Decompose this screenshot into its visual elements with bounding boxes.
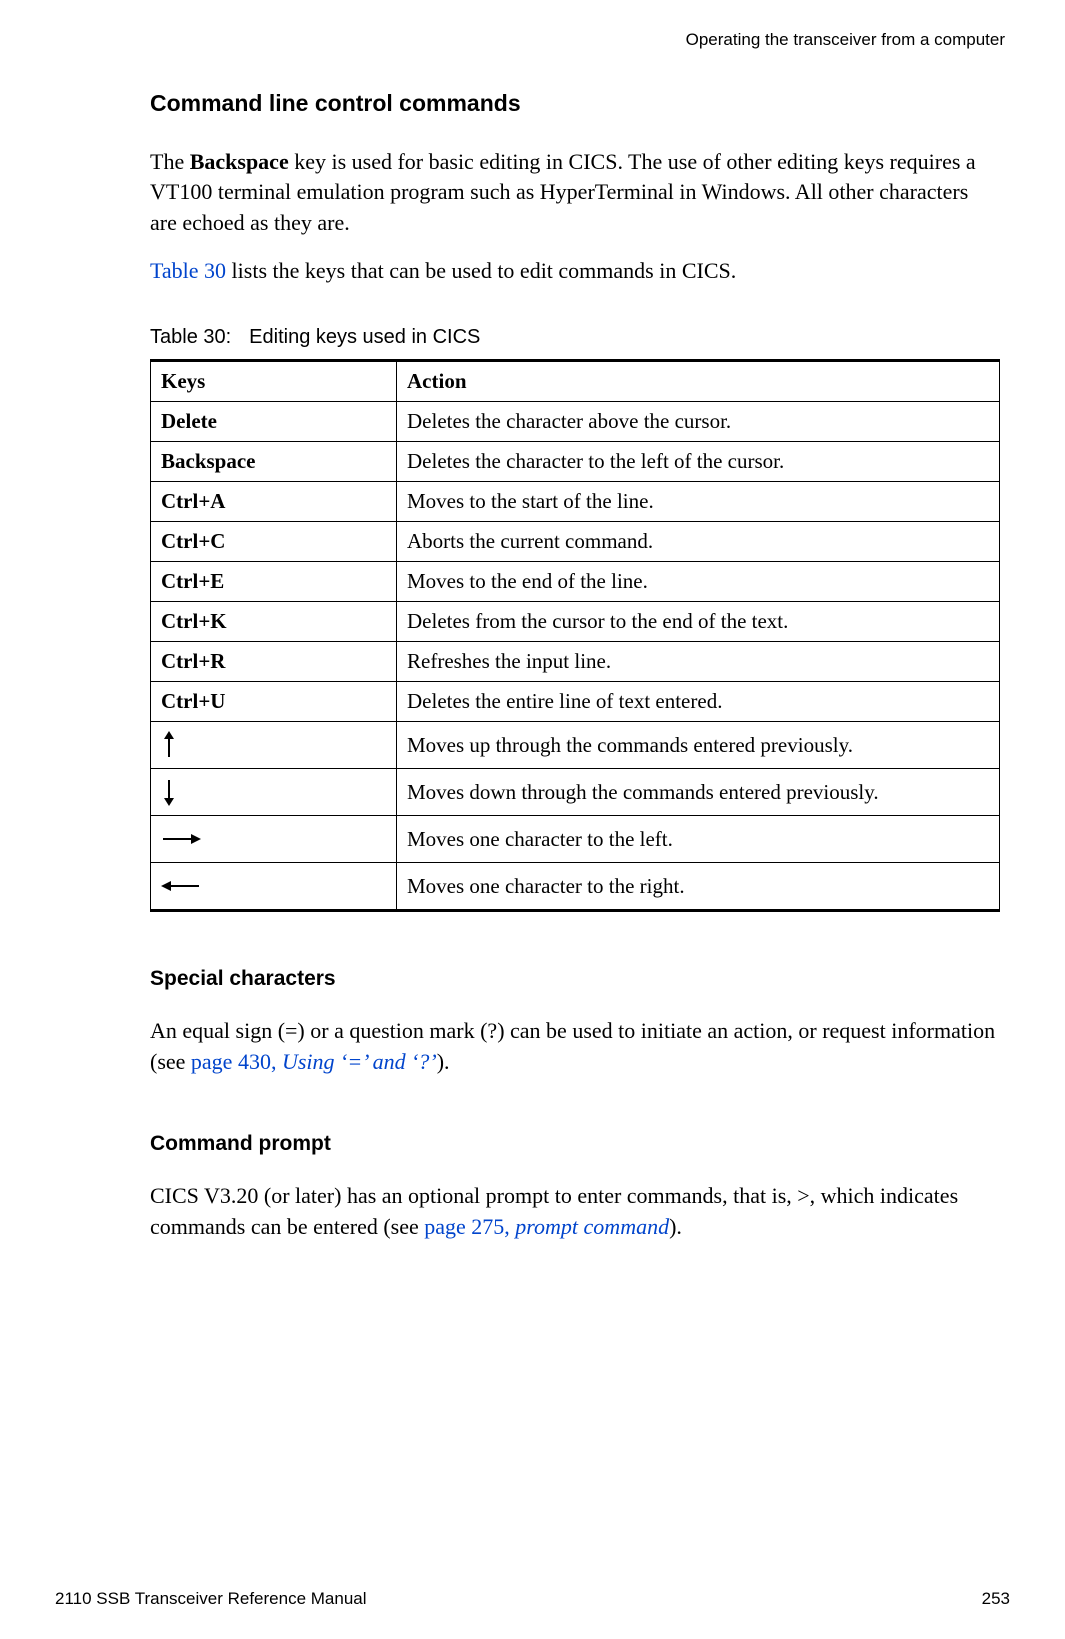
action-cell: Moves one character to the left. — [397, 816, 1000, 863]
table-row: Moves up through the commands entered pr… — [151, 722, 1000, 769]
arrow-down-icon — [161, 778, 177, 806]
table-row: Delete Deletes the character above the c… — [151, 402, 1000, 442]
key-cell: Ctrl+A — [151, 482, 397, 522]
action-cell: Refreshes the input line. — [397, 642, 1000, 682]
table-row: Ctrl+C Aborts the current command. — [151, 522, 1000, 562]
arrow-left-icon — [161, 878, 201, 894]
key-cell — [151, 769, 397, 816]
text: ). — [437, 1049, 450, 1074]
text: lists the keys that can be used to edit … — [226, 258, 736, 283]
action-cell: Deletes the entire line of text entered. — [397, 682, 1000, 722]
table-row: Ctrl+E Moves to the end of the line. — [151, 562, 1000, 602]
key-cell — [151, 863, 397, 911]
table-row: Ctrl+A Moves to the start of the line. — [151, 482, 1000, 522]
arrow-right-icon — [161, 831, 201, 847]
column-header-action: Action — [397, 361, 1000, 402]
arrow-up-icon — [161, 731, 177, 759]
table-row: Ctrl+R Refreshes the input line. — [151, 642, 1000, 682]
table-row: Moves one character to the right. — [151, 863, 1000, 911]
table-row: Backspace Deletes the character to the l… — [151, 442, 1000, 482]
action-cell: Aborts the current command. — [397, 522, 1000, 562]
paragraph: The Backspace key is used for basic edit… — [150, 147, 1000, 238]
key-cell: Backspace — [151, 442, 397, 482]
table-row: Moves one character to the left. — [151, 816, 1000, 863]
action-cell: Moves to the end of the line. — [397, 562, 1000, 602]
text: The — [150, 149, 190, 174]
table-header-row: Keys Action — [151, 361, 1000, 402]
key-cell — [151, 722, 397, 769]
link-prompt-command[interactable]: prompt command — [515, 1214, 669, 1239]
action-cell: Deletes the character above the cursor. — [397, 402, 1000, 442]
table-title: Editing keys used in CICS — [249, 326, 480, 348]
paragraph: An equal sign (=) or a question mark (?)… — [150, 1016, 1000, 1077]
key-cell: Ctrl+C — [151, 522, 397, 562]
key-cell: Ctrl+R — [151, 642, 397, 682]
footer-manual-title: 2110 SSB Transceiver Reference Manual — [55, 1589, 367, 1609]
paragraph: Table 30 lists the keys that can be used… — [150, 256, 1000, 286]
key-cell: Delete — [151, 402, 397, 442]
link-table-30[interactable]: Table 30 — [150, 258, 226, 283]
bold-key-name: Backspace — [190, 149, 289, 174]
section-heading-command-prompt: Command prompt — [150, 1132, 1000, 1156]
paragraph: CICS V3.20 (or later) has an optional pr… — [150, 1181, 1000, 1242]
action-cell: Deletes from the cursor to the end of th… — [397, 602, 1000, 642]
link-page-275[interactable]: page 275, — [424, 1214, 515, 1239]
running-header: Operating the transceiver from a compute… — [55, 30, 1005, 50]
text: ). — [669, 1214, 682, 1239]
key-cell: Ctrl+U — [151, 682, 397, 722]
action-cell: Moves up through the commands entered pr… — [397, 722, 1000, 769]
key-cell: Ctrl+K — [151, 602, 397, 642]
section-heading-command-line: Command line control commands — [150, 90, 1000, 117]
table-row: Ctrl+K Deletes from the cursor to the en… — [151, 602, 1000, 642]
link-using-equals-question[interactable]: Using ‘=’ and ‘?’ — [282, 1049, 437, 1074]
action-cell: Moves to the start of the line. — [397, 482, 1000, 522]
key-cell: Ctrl+E — [151, 562, 397, 602]
page-footer: 2110 SSB Transceiver Reference Manual 25… — [55, 1589, 1010, 1609]
table-row: Ctrl+U Deletes the entire line of text e… — [151, 682, 1000, 722]
action-cell: Deletes the character to the left of the… — [397, 442, 1000, 482]
editing-keys-table: Keys Action Delete Deletes the character… — [150, 359, 1000, 912]
table-number: Table 30: — [150, 326, 231, 348]
action-cell: Moves one character to the right. — [397, 863, 1000, 911]
link-page-430[interactable]: page 430, — [191, 1049, 282, 1074]
table-row: Moves down through the commands entered … — [151, 769, 1000, 816]
footer-page-number: 253 — [982, 1589, 1010, 1609]
page-content: Command line control commands The Backsp… — [150, 90, 1000, 1242]
column-header-keys: Keys — [151, 361, 397, 402]
section-heading-special-chars: Special characters — [150, 967, 1000, 991]
table-caption: Table 30: Editing keys used in CICS — [150, 326, 1000, 349]
page: Operating the transceiver from a compute… — [0, 0, 1065, 1639]
key-cell — [151, 816, 397, 863]
action-cell: Moves down through the commands entered … — [397, 769, 1000, 816]
